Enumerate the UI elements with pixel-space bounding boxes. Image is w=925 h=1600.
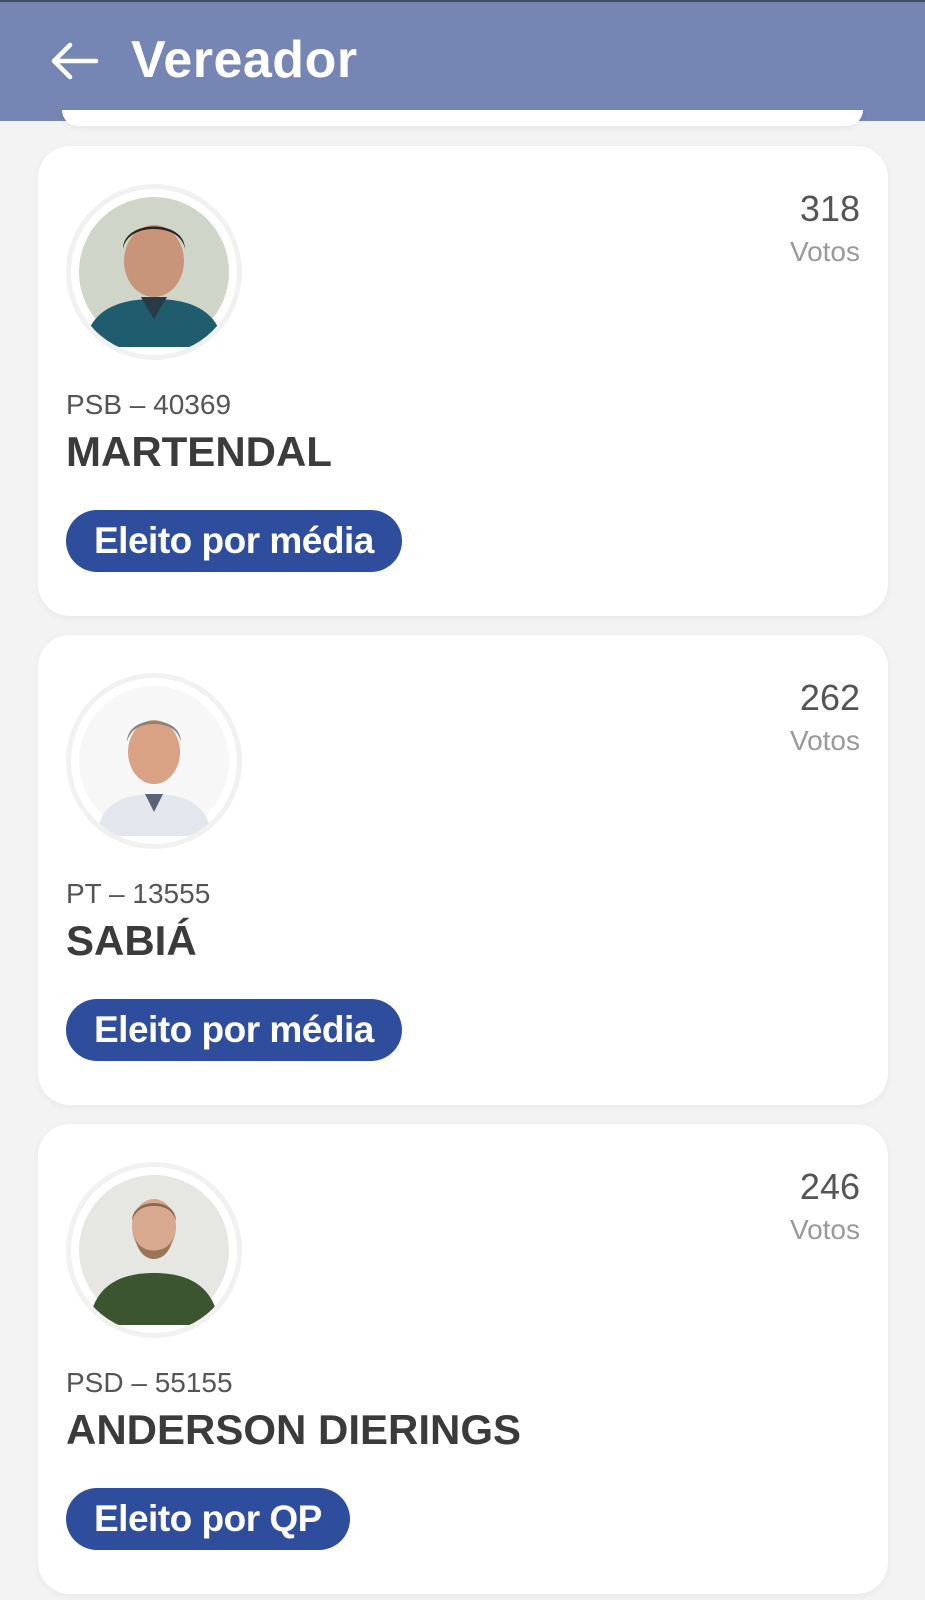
votes-count: 318	[799, 188, 860, 229]
votes-count: 262	[799, 677, 860, 718]
party-number: PSD – 55155	[66, 1367, 233, 1398]
votes-count: 246	[799, 1166, 860, 1207]
back-button[interactable]	[48, 38, 100, 84]
person-photo-icon	[79, 686, 229, 836]
candidate-avatar	[66, 1162, 242, 1338]
person-photo-icon	[79, 1175, 229, 1325]
app-bar: Vereador	[0, 0, 925, 121]
page-title: Vereador	[131, 31, 358, 89]
votes-label: Votos	[789, 1214, 860, 1245]
party-number: PSB – 40369	[66, 389, 232, 420]
person-photo-icon	[79, 197, 229, 347]
election-status-badge: Eleito por QP	[66, 1488, 350, 1550]
candidate-name: ANDERSON DIERINGS	[66, 1406, 522, 1453]
candidate-card[interactable]: 318 Votos PSB – 40369 MARTENDAL Eleito p…	[38, 146, 888, 616]
party-number: PT – 13555	[66, 878, 211, 909]
previous-card-edge	[62, 110, 863, 126]
arrow-left-icon	[51, 42, 99, 80]
candidate-avatar	[66, 673, 242, 849]
candidate-avatar	[66, 184, 242, 360]
votes-label: Votos	[789, 236, 860, 267]
votes-label: Votos	[789, 725, 860, 756]
candidate-name: SABIÁ	[66, 917, 197, 964]
candidate-card[interactable]: 246 Votos PSD – 55155 ANDERSON DIERINGS …	[38, 1124, 888, 1594]
election-status-badge: Eleito por média	[66, 510, 402, 572]
election-status-badge: Eleito por média	[66, 999, 402, 1061]
candidate-name: MARTENDAL	[66, 428, 332, 475]
candidate-card[interactable]: 262 Votos PT – 13555 SABIÁ Eleito por mé…	[38, 635, 888, 1105]
